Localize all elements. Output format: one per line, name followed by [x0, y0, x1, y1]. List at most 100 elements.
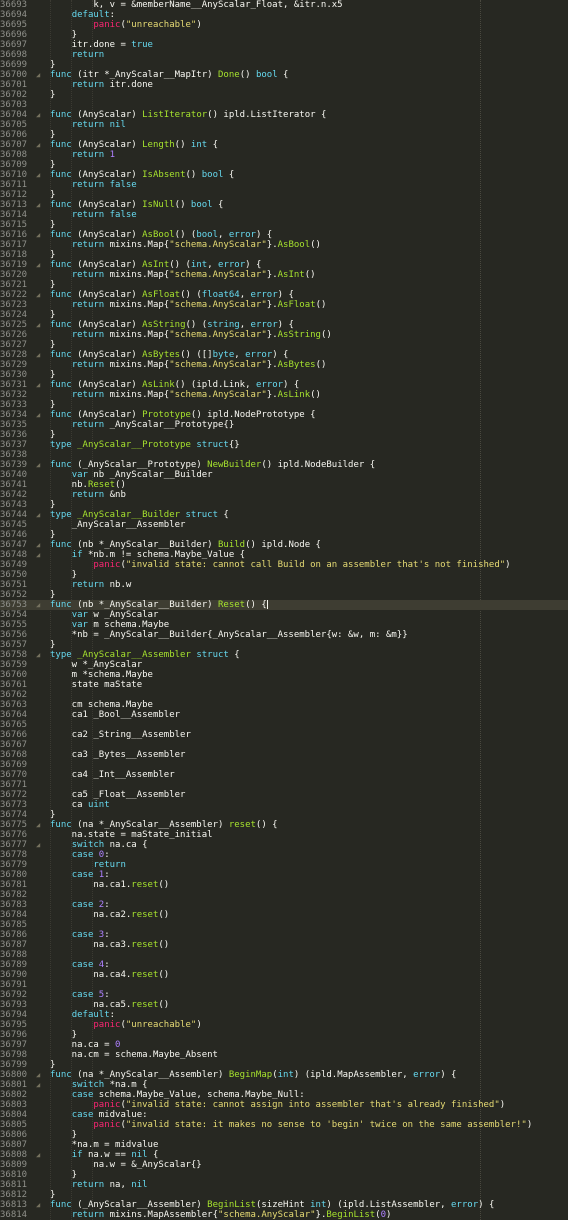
code-line[interactable]: 36805 panic("invalid state: it makes no … [0, 1120, 568, 1130]
fold-arrow-icon[interactable]: ◢ [36, 1150, 46, 1160]
fold-arrow-icon[interactable]: ◢ [36, 540, 46, 550]
code-line[interactable]: 36798 na.cm = schema.Maybe_Absent [0, 1050, 568, 1060]
code-line[interactable]: 36718} [0, 250, 568, 260]
code-line[interactable]: 36711 return false [0, 180, 568, 190]
fold-arrow-icon[interactable]: ◢ [36, 1070, 46, 1080]
fold-arrow-icon[interactable]: ◢ [36, 70, 46, 80]
code-line[interactable]: 36766 ca2 _String__Assembler [0, 730, 568, 740]
code-line[interactable]: 36808 ◢ if na.w == nil { [0, 1150, 568, 1160]
code-line[interactable]: 36786 case 3: [0, 930, 568, 940]
code-line[interactable]: 36738 [0, 450, 568, 460]
code-line[interactable]: 36748 ◢ if *nb.m != schema.Maybe_Value { [0, 550, 568, 560]
code-line[interactable]: 36778 case 0: [0, 850, 568, 860]
code-line[interactable]: 36695 panic("unreachable") [0, 20, 568, 30]
code-line[interactable]: 36741 nb.Reset() [0, 480, 568, 490]
code-line[interactable]: 36698 return [0, 50, 568, 60]
code-line[interactable]: 36775 ◢ func (na *_AnyScalar__Assembler) r… [0, 820, 568, 830]
fold-arrow-icon[interactable]: ◢ [36, 1200, 46, 1210]
code-line[interactable]: 36762 [0, 690, 568, 700]
code-line[interactable]: 36750 } [0, 570, 568, 580]
code-line[interactable]: 36767 [0, 740, 568, 750]
fold-arrow-icon[interactable]: ◢ [36, 260, 46, 270]
code-line[interactable]: 36702} [0, 90, 568, 100]
code-line[interactable]: 36697 itr.done = true [0, 40, 568, 50]
code-line[interactable]: 36700 ◢ func (itr *_AnyScalar__MapItr) Don… [0, 70, 568, 80]
code-line[interactable]: 36807 *na.m = midvalue [0, 1140, 568, 1150]
code-line[interactable]: 36773 ca uint [0, 800, 568, 810]
code-line[interactable]: 36714 return false [0, 210, 568, 220]
code-line[interactable]: 36732 return mixins.Map{"schema.AnyScala… [0, 390, 568, 400]
code-line[interactable]: 36779 return [0, 860, 568, 870]
code-line[interactable]: 36735 return _AnyScalar__Prototype{} [0, 420, 568, 430]
code-line[interactable]: 36784 na.ca2.reset() [0, 910, 568, 920]
code-line[interactable]: 36810 } [0, 1170, 568, 1180]
code-line[interactable]: 36742 return &nb [0, 490, 568, 500]
code-line[interactable]: 36783 case 2: [0, 900, 568, 910]
code-line[interactable]: 36800 ◢ func (na *_AnyScalar__Assembler) B… [0, 1070, 568, 1080]
code-line[interactable]: 36708 return 1 [0, 150, 568, 160]
fold-arrow-icon[interactable]: ◢ [36, 460, 46, 470]
code-line[interactable]: 36803 panic("invalid state: cannot assig… [0, 1100, 568, 1110]
code-line[interactable]: 36740 var nb _AnyScalar__Builder [0, 470, 568, 480]
code-line[interactable]: 36753 ◢ func (nb *_AnyScalar__Builder) Res… [0, 600, 568, 610]
code-line[interactable]: 36769 [0, 760, 568, 770]
code-line[interactable]: 36736} [0, 430, 568, 440]
code-line[interactable]: 36790 na.ca4.reset() [0, 970, 568, 980]
code-line[interactable]: 36752} [0, 590, 568, 600]
code-line[interactable]: 36728 ◢ func (AnyScalar) AsBytes() ([]byte… [0, 350, 568, 360]
code-line[interactable]: 36722 ◢ func (AnyScalar) AsFloat() (float6… [0, 290, 568, 300]
code-line[interactable]: 36729 return mixins.Map{"schema.AnyScala… [0, 360, 568, 370]
code-line[interactable]: 36776 na.state = maState_initial [0, 830, 568, 840]
code-line[interactable]: 36770 ca4 _Int__Assembler [0, 770, 568, 780]
code-line[interactable]: 36759 w *_AnyScalar [0, 660, 568, 670]
code-line[interactable]: 36703 [0, 100, 568, 110]
fold-arrow-icon[interactable]: ◢ [36, 140, 46, 150]
fold-arrow-icon[interactable]: ◢ [36, 290, 46, 300]
code-line[interactable]: 36771 [0, 780, 568, 790]
code-line[interactable]: 36727} [0, 340, 568, 350]
code-line[interactable]: 36707 ◢ func (AnyScalar) Length() int { [0, 140, 568, 150]
code-line[interactable]: 36789 case 4: [0, 960, 568, 970]
code-line[interactable]: 36755 var m schema.Maybe [0, 620, 568, 630]
code-line[interactable]: 36793 na.ca5.reset() [0, 1000, 568, 1010]
code-line[interactable]: 36812} [0, 1190, 568, 1200]
code-line[interactable]: 36693 k, v = &memberName__AnyScalar_Floa… [0, 0, 568, 10]
code-line[interactable]: 36804 case midvalue: [0, 1110, 568, 1120]
code-line[interactable]: 36813 ◢ func (_AnyScalar__Assembler) Begin… [0, 1200, 568, 1210]
fold-arrow-icon[interactable]: ◢ [36, 170, 46, 180]
code-line[interactable]: 36768 ca3 _Bytes__Assembler [0, 750, 568, 760]
code-line[interactable]: 36792 case 5: [0, 990, 568, 1000]
code-line[interactable]: 36774} [0, 810, 568, 820]
code-line[interactable]: 36726 return mixins.Map{"schema.AnyScala… [0, 330, 568, 340]
code-line[interactable]: 36806 } [0, 1130, 568, 1140]
code-line[interactable]: 36713 ◢ func (AnyScalar) IsNull() bool { [0, 200, 568, 210]
code-line[interactable]: 36737 type _AnyScalar__Prototype struct{} [0, 440, 568, 450]
code-line[interactable]: 36757} [0, 640, 568, 650]
code-line[interactable]: 36731 ◢ func (AnyScalar) AsLink() (ipld.Li… [0, 380, 568, 390]
code-line[interactable]: 36709} [0, 160, 568, 170]
fold-arrow-icon[interactable]: ◢ [36, 550, 46, 560]
code-line[interactable]: 36749 panic("invalid state: cannot call … [0, 560, 568, 570]
fold-arrow-icon[interactable]: ◢ [36, 840, 46, 850]
code-line[interactable]: 36796 } [0, 1030, 568, 1040]
fold-arrow-icon[interactable]: ◢ [36, 410, 46, 420]
code-line[interactable]: 36744 ◢ type _AnyScalar__Builder struct { [0, 510, 568, 520]
fold-arrow-icon[interactable]: ◢ [36, 230, 46, 240]
fold-arrow-icon[interactable]: ◢ [36, 650, 46, 660]
code-line[interactable]: 36780 case 1: [0, 870, 568, 880]
code-line[interactable]: 36719 ◢ func (AnyScalar) AsInt() (int, err… [0, 260, 568, 270]
code-line[interactable]: 36777 ◢ switch na.ca { [0, 840, 568, 850]
code-line[interactable]: 36734 ◢ func (AnyScalar) Prototype() ipld.… [0, 410, 568, 420]
code-line[interactable]: 36725 ◢ func (AnyScalar) AsString() (strin… [0, 320, 568, 330]
code-line[interactable]: 36717 return mixins.Map{"schema.AnyScala… [0, 240, 568, 250]
code-line[interactable]: 36699} [0, 60, 568, 70]
code-line[interactable]: 36795 panic("unreachable") [0, 1020, 568, 1030]
code-line[interactable]: 36764 ca1 _Bool__Assembler [0, 710, 568, 720]
code-line[interactable]: 36756 *nb = _AnyScalar__Builder{_AnyScal… [0, 630, 568, 640]
fold-arrow-icon[interactable]: ◢ [36, 200, 46, 210]
code-line[interactable]: 36745 _AnyScalar__Assembler [0, 520, 568, 530]
code-line[interactable]: 36705 return nil [0, 120, 568, 130]
fold-arrow-icon[interactable]: ◢ [36, 380, 46, 390]
code-line[interactable]: 36712} [0, 190, 568, 200]
code-line[interactable]: 36743} [0, 500, 568, 510]
